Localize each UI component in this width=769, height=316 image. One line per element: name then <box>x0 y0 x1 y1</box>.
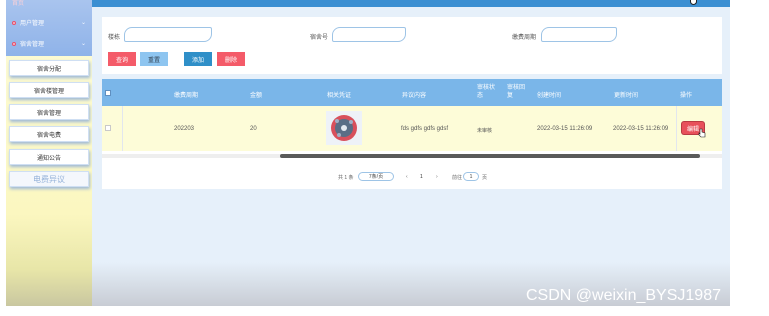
cell-created: 2022-03-15 11:26:09 <box>537 126 593 132</box>
query-button[interactable]: 查询 <box>108 52 136 66</box>
table-header: 缴费周期 金额 相关凭证 异议内容 审核状态 审核回复 创建时间 更新时间 操作 <box>102 79 722 106</box>
cell-status: 未审核 <box>477 128 493 134</box>
sidebar-item-electricity[interactable]: 宿舍电费 <box>9 126 89 142</box>
building-input[interactable] <box>124 27 212 42</box>
add-button[interactable]: 添加 <box>184 52 212 66</box>
header-amount: 金额 <box>250 93 263 99</box>
cursor-hand-icon <box>698 128 706 138</box>
row-checkbox[interactable] <box>105 125 111 131</box>
voucher-thumbnail <box>331 115 357 141</box>
column-divider <box>676 106 677 151</box>
goto-label: 前往 <box>452 175 463 181</box>
current-page[interactable]: 1 <box>420 174 423 180</box>
horizontal-scrollbar[interactable] <box>280 154 700 158</box>
sidebar-item-notice[interactable]: 通知公告 <box>9 149 89 165</box>
period-input[interactable] <box>541 27 617 42</box>
column-divider <box>122 106 123 151</box>
user-icon <box>12 20 16 25</box>
sidebar-item-building[interactable]: 宿舍楼管理 <box>9 82 89 98</box>
sidebar-item-dorm[interactable]: 宿舍管理 <box>9 104 89 120</box>
reset-button[interactable]: 重置 <box>140 52 168 66</box>
cell-content: fds gdfs gdfs gdsf <box>401 126 449 132</box>
table-row: 202203 20 fds gdfs gdfs gdsf 未审核 2022-03… <box>102 106 722 151</box>
building-label: 楼栋 <box>108 35 121 41</box>
page-size-select[interactable]: 7条/页 <box>358 172 394 181</box>
watermark: CSDN @weixin_BYSJ1987 <box>526 287 721 304</box>
goto-page-input[interactable]: 1 <box>463 172 479 181</box>
data-table: 缴费周期 金额 相关凭证 异议内容 审核状态 审核回复 创建时间 更新时间 操作… <box>102 79 722 189</box>
sidebar-group-label: 宿舍管理 <box>20 42 45 48</box>
header-content: 异议内容 <box>402 93 427 99</box>
search-panel: 楼栋 宿舍号 缴费周期 查询 重置 添加 删除 <box>102 17 722 74</box>
chevron-down-icon: ⌄ <box>80 41 86 47</box>
sidebar-group-label: 用户管理 <box>20 21 45 27</box>
sidebar-group-dorm[interactable]: 宿舍管理 ⌄ <box>12 39 90 48</box>
header-period: 缴费周期 <box>174 93 199 99</box>
room-input[interactable] <box>332 27 406 42</box>
page-margin <box>730 0 769 316</box>
cell-period: 202203 <box>174 126 195 132</box>
sidebar: 首页 用户管理 ⌄ 宿舍管理 ⌄ 宿舍分配 宿舍楼管理 宿舍管理 宿舍电费 通知… <box>6 0 92 306</box>
top-bar <box>92 0 730 7</box>
cell-amount: 20 <box>250 126 257 132</box>
room-label: 宿舍号 <box>310 35 329 41</box>
sidebar-item-dorm-assign[interactable]: 宿舍分配 <box>9 60 89 76</box>
sidebar-home-label: 首页 <box>12 1 25 7</box>
header-status: 审核状态 <box>477 85 496 99</box>
app-window: 首页 用户管理 ⌄ 宿舍管理 ⌄ 宿舍分配 宿舍楼管理 宿舍管理 宿舍电费 通知… <box>0 0 769 316</box>
header-created: 创建时间 <box>537 93 562 99</box>
sidebar-item-objection[interactable]: 电费异议 <box>9 171 89 187</box>
next-page-button[interactable]: › <box>436 174 438 180</box>
header-action: 操作 <box>680 93 693 99</box>
sidebar-home[interactable]: 首页 <box>12 0 90 7</box>
chevron-down-icon: ⌄ <box>80 20 86 26</box>
cell-updated: 2022-03-15 11:26:09 <box>613 126 669 132</box>
delete-button[interactable]: 删除 <box>217 52 245 66</box>
header-updated: 更新时间 <box>614 93 639 99</box>
header-voucher: 相关凭证 <box>327 93 352 99</box>
page-suffix: 页 <box>482 175 488 181</box>
pagination-total: 共 1 条 <box>338 175 354 181</box>
building-icon <box>12 41 16 46</box>
period-label: 缴费周期 <box>512 35 537 41</box>
select-all-checkbox[interactable] <box>105 90 111 96</box>
voucher-image[interactable] <box>326 111 362 145</box>
header-reply: 审核回复 <box>507 85 526 99</box>
prev-page-button[interactable]: ‹ <box>406 174 408 180</box>
sidebar-group-users[interactable]: 用户管理 ⌄ <box>12 18 90 27</box>
